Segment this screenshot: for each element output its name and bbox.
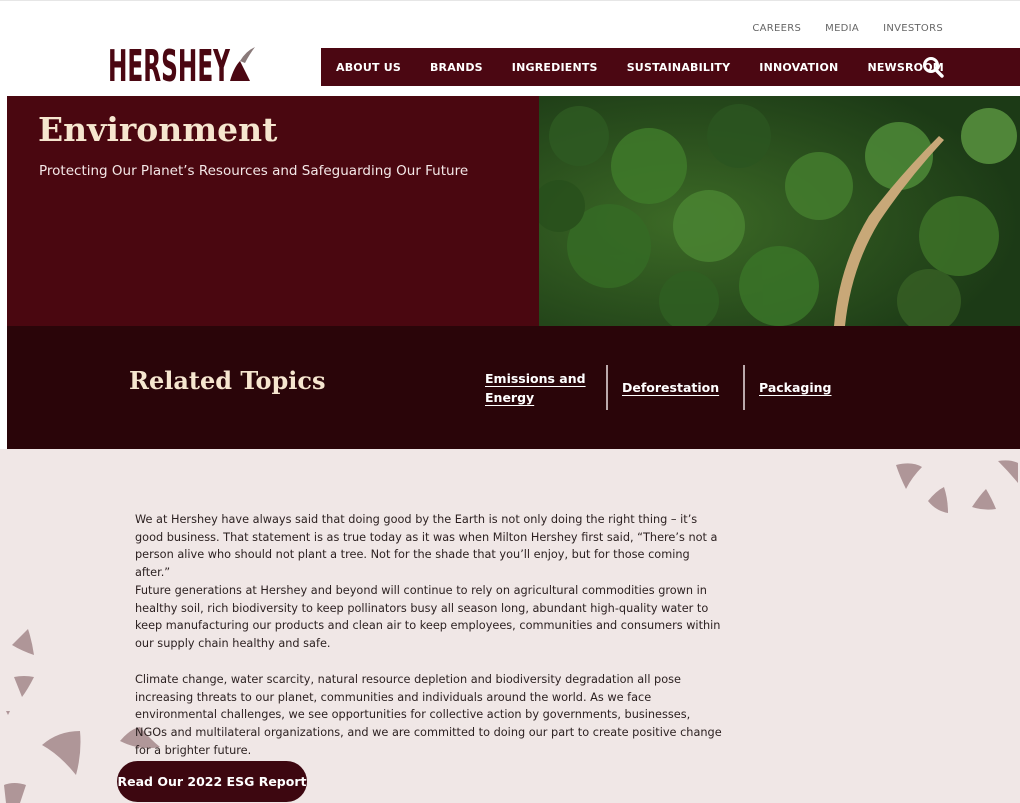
topic-divider	[606, 365, 608, 410]
forest-aerial-image	[539, 96, 1020, 326]
page: HERSHEY CAREERS MEDIA INVESTORS ABOUT US…	[0, 0, 1020, 803]
hershey-logo[interactable]: HERSHEY	[108, 39, 258, 87]
main-content: We at Hershey have always said that doin…	[0, 449, 1020, 803]
utility-link-careers[interactable]: CAREERS	[752, 23, 801, 34]
site-header: HERSHEY CAREERS MEDIA INVESTORS ABOUT US…	[0, 0, 1020, 97]
topic-link-packaging[interactable]: Packaging	[759, 378, 832, 397]
related-topics-band: Related Topics Emissions and Energy Defo…	[7, 326, 1020, 449]
body-paragraph: Future generations at Hershey and beyond…	[135, 584, 721, 651]
topic-label-line: Deforestation	[622, 380, 720, 395]
topic-label-line: Energy	[485, 390, 535, 405]
body-paragraph: Climate change, water scarcity, natural …	[135, 673, 722, 757]
topic-link-deforestation[interactable]: Deforestation	[622, 378, 719, 397]
utility-nav: CAREERS MEDIA INVESTORS	[752, 23, 943, 34]
nav-item-brands[interactable]: BRANDS	[430, 61, 483, 74]
related-topics-heading: Related Topics	[129, 366, 326, 395]
search-icon	[923, 57, 944, 78]
utility-link-investors[interactable]: INVESTORS	[883, 23, 943, 34]
esg-report-button[interactable]: Read Our 2022 ESG Report	[117, 761, 307, 802]
logo-wordmark: HERSHEY	[108, 41, 231, 87]
nav-item-ingredients[interactable]: INGREDIENTS	[512, 61, 598, 74]
topic-label-line: Packaging	[759, 380, 832, 395]
page-subtitle: Protecting Our Planet’s Resources and Sa…	[39, 163, 469, 179]
nav-item-sustainability[interactable]: SUSTAINABILITY	[627, 61, 731, 74]
nav-item-innovation[interactable]: INNOVATION	[759, 61, 838, 74]
topic-label-line: Emissions and	[485, 371, 586, 386]
main-nav: ABOUT US BRANDS INGREDIENTS SUSTAINABILI…	[321, 48, 1020, 86]
topic-divider	[743, 365, 745, 410]
page-title: Environment	[38, 110, 278, 149]
body-paragraph: We at Hershey have always said that doin…	[135, 513, 718, 580]
topic-link-emissions-energy[interactable]: Emissions and Energy	[485, 369, 586, 407]
utility-link-media[interactable]: MEDIA	[825, 23, 859, 34]
hero-banner: Environment Protecting Our Planet’s Reso…	[7, 96, 1020, 326]
hershey-kiss-logo-icon	[230, 47, 255, 81]
search-button[interactable]	[919, 53, 947, 81]
nav-item-about-us[interactable]: ABOUT US	[336, 61, 401, 74]
